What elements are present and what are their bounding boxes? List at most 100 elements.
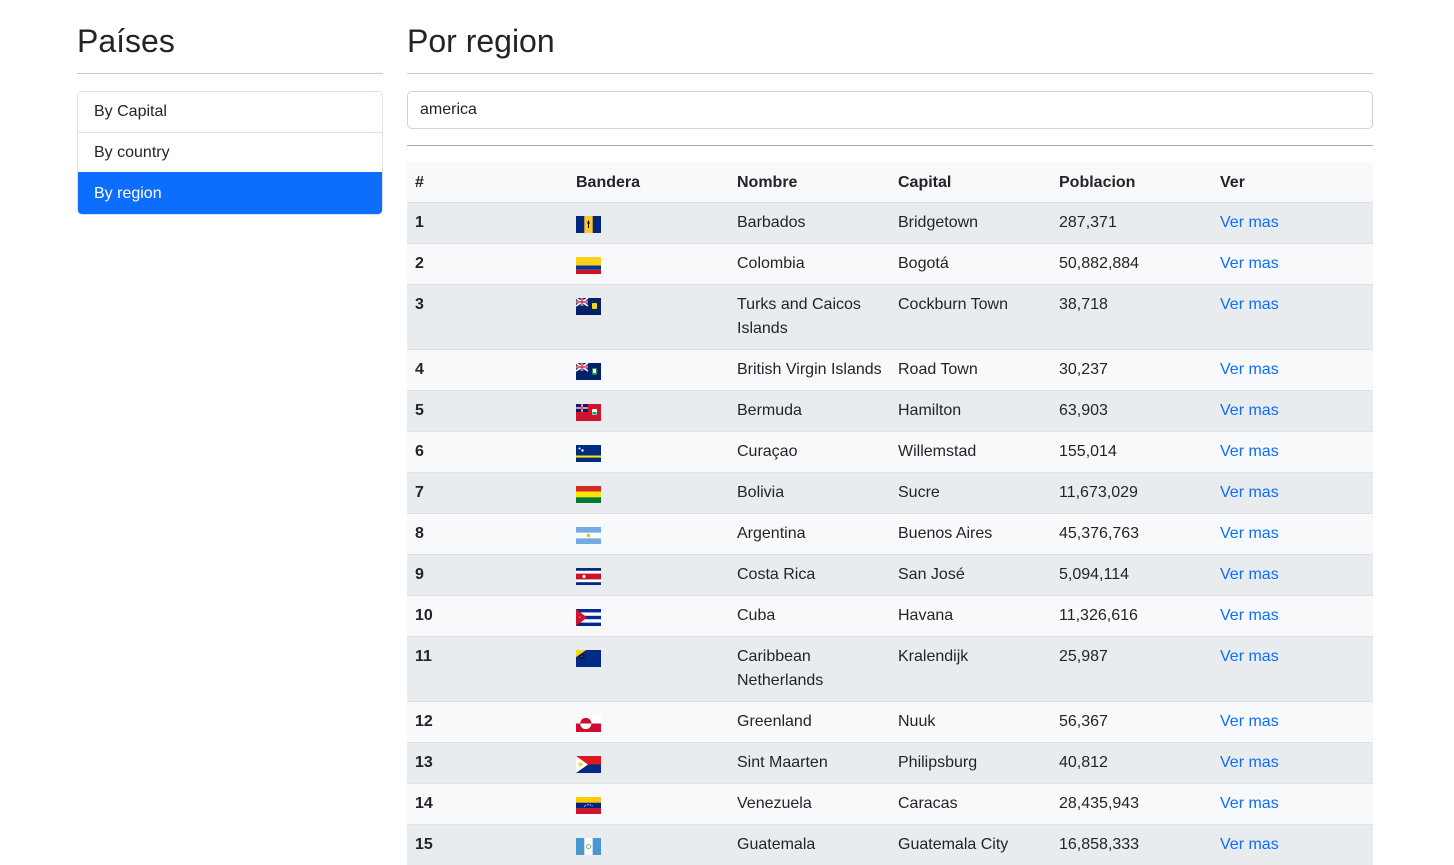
view-cell: Ver mas: [1212, 636, 1373, 701]
view-cell: Ver mas: [1212, 554, 1373, 595]
country-population: 28,435,943: [1059, 794, 1140, 812]
ver-mas-link[interactable]: Ver mas: [1220, 607, 1279, 624]
cuba-flag-icon: [576, 608, 601, 626]
view-cell: Ver mas: [1212, 701, 1373, 742]
header-name: Nombre: [737, 174, 798, 191]
turks-caicos-flag-icon: [576, 297, 601, 315]
flag-cell: [568, 595, 729, 636]
header-view: Ver: [1220, 174, 1245, 191]
country-name: Costa Rica: [737, 565, 816, 583]
ver-mas-link[interactable]: Ver mas: [1220, 402, 1279, 419]
table-row: 2 Colombia Bogotá 50,882,884 Ver mas: [407, 243, 1373, 284]
row-number: 12: [415, 712, 433, 730]
argentina-flag-icon: [576, 526, 601, 544]
venezuela-flag-icon: [576, 796, 601, 814]
sidebar: Países By Capital By country By region: [77, 0, 383, 215]
country-name: British Virgin Islands: [737, 360, 882, 378]
flag-cell: [568, 390, 729, 431]
nav-item-by-capital[interactable]: By Capital: [78, 92, 382, 132]
region-search-input[interactable]: [407, 91, 1373, 129]
nav-item-by-region[interactable]: By region: [78, 172, 382, 214]
view-cell: Ver mas: [1212, 783, 1373, 824]
country-population: 5,094,114: [1059, 565, 1129, 583]
table-row: 10 Cuba Havana 11,326,616 Ver mas: [407, 595, 1373, 636]
table-row: 11 Caribbean Netherlands Kralendijk 25,987 V…: [407, 636, 1373, 701]
table-row: 12 Greenland Nuuk 56,367 Ver mas: [407, 701, 1373, 742]
country-name: Turks and Caicos Islands: [737, 295, 861, 337]
row-number: 11: [415, 647, 432, 665]
table-row: 5 Bermuda Hamilton 63,903 Ver mas: [407, 390, 1373, 431]
view-cell: Ver mas: [1212, 390, 1373, 431]
ver-mas-link[interactable]: Ver mas: [1220, 296, 1279, 313]
country-population: 45,376,763: [1059, 524, 1140, 542]
row-number: 9: [415, 565, 424, 583]
row-number: 1: [415, 213, 424, 231]
british-virgin-islands-flag-icon: [576, 362, 601, 380]
view-cell: Ver mas: [1212, 742, 1373, 783]
main-content: Por region # Bandera Nombre Capital Pobl…: [407, 0, 1373, 865]
row-number: 4: [415, 360, 424, 378]
ver-mas-link[interactable]: Ver mas: [1220, 255, 1279, 272]
ver-mas-link[interactable]: Ver mas: [1220, 566, 1279, 583]
sidebar-title: Países: [77, 0, 383, 74]
row-number: 13: [415, 753, 433, 771]
country-capital: Bogotá: [898, 254, 949, 272]
view-cell: Ver mas: [1212, 243, 1373, 284]
country-population: 50,882,884: [1059, 254, 1140, 272]
flag-cell: [568, 824, 729, 865]
table-row: 8 Argentina Buenos Aires 45,376,763 Ver mas: [407, 513, 1373, 554]
header-flag: Bandera: [576, 174, 641, 191]
row-number: 2: [415, 254, 424, 272]
view-cell: Ver mas: [1212, 202, 1373, 243]
country-capital: Hamilton: [898, 401, 962, 419]
ver-mas-link[interactable]: Ver mas: [1220, 754, 1279, 771]
costa-rica-flag-icon: [576, 567, 601, 585]
table-row: 4 British Virgin Islands Road Town 30,237 Ve…: [407, 349, 1373, 390]
ver-mas-link[interactable]: Ver mas: [1220, 795, 1279, 812]
country-capital: Philipsburg: [898, 753, 978, 771]
country-name: Colombia: [737, 254, 805, 272]
view-cell: Ver mas: [1212, 472, 1373, 513]
ver-mas-link[interactable]: Ver mas: [1220, 361, 1279, 378]
flag-cell: [568, 243, 729, 284]
country-name: Guatemala: [737, 835, 816, 853]
view-cell: Ver mas: [1212, 513, 1373, 554]
ver-mas-link[interactable]: Ver mas: [1220, 648, 1279, 665]
country-capital: Willemstad: [898, 442, 977, 460]
country-capital: Cockburn Town: [898, 295, 1008, 313]
ver-mas-link[interactable]: Ver mas: [1220, 525, 1279, 542]
row-number: 7: [415, 483, 424, 501]
country-name: Cuba: [737, 606, 776, 624]
ver-mas-link[interactable]: Ver mas: [1220, 836, 1279, 853]
country-name: Barbados: [737, 213, 806, 231]
ver-mas-link[interactable]: Ver mas: [1220, 443, 1279, 460]
country-capital: Sucre: [898, 483, 940, 501]
country-name: Venezuela: [737, 794, 812, 812]
country-capital: Bridgetown: [898, 213, 979, 231]
colombia-flag-icon: [576, 256, 601, 274]
country-capital: Havana: [898, 606, 954, 624]
header-capital: Capital: [898, 174, 952, 191]
country-population: 11,326,616: [1059, 606, 1138, 624]
ver-mas-link[interactable]: Ver mas: [1220, 713, 1279, 730]
row-number: 14: [415, 794, 433, 812]
country-capital: Guatemala City: [898, 835, 1009, 853]
table-row: 9 Costa Rica San José 5,094,114 Ver mas: [407, 554, 1373, 595]
ver-mas-link[interactable]: Ver mas: [1220, 214, 1279, 231]
country-population: 38,718: [1059, 295, 1108, 313]
view-cell: Ver mas: [1212, 431, 1373, 472]
row-number: 10: [415, 606, 433, 624]
country-population: 16,858,333: [1059, 835, 1140, 853]
table-row: 15 Guatemala Guatemala City 16,858,333 Ver m…: [407, 824, 1373, 865]
table-row: 3 Turks and Caicos Islands Cockburn Town 38…: [407, 284, 1373, 349]
view-cell: Ver mas: [1212, 595, 1373, 636]
nav-item-by-country[interactable]: By country: [78, 132, 382, 172]
country-capital: Road Town: [898, 360, 978, 378]
row-number: 5: [415, 401, 424, 419]
country-name: Bolivia: [737, 483, 785, 501]
flag-cell: [568, 701, 729, 742]
country-name: Caribbean Netherlands: [737, 647, 824, 689]
row-number: 6: [415, 442, 424, 460]
flag-cell: [568, 636, 729, 701]
ver-mas-link[interactable]: Ver mas: [1220, 484, 1279, 501]
